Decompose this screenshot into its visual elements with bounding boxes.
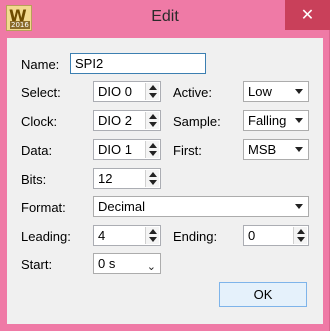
clock-stepper[interactable] [145,112,159,129]
bits-spinbox[interactable]: 12 [93,168,161,189]
spin-down-icon[interactable] [149,151,157,156]
name-input-value: SPI2 [75,56,104,71]
sample-value: Falling [248,113,287,128]
ending-stepper[interactable] [293,227,307,244]
ending-value: 0 [248,228,256,243]
name-label: Name: [21,57,60,72]
close-icon: ✕ [300,5,315,24]
spin-down-icon[interactable] [149,122,157,127]
clock-value: DIO 2 [98,113,132,128]
bits-label: Bits: [21,172,47,187]
leading-stepper[interactable] [145,227,159,244]
edit-dialog: W 2016 Edit ✕ Name: SPI2 Select: DIO 0 A… [0,0,330,331]
data-label: Data: [21,143,53,158]
ok-button[interactable]: OK [219,282,307,307]
spin-up-icon[interactable] [149,114,157,119]
leading-label: Leading: [21,229,71,244]
first-label: First: [173,143,202,158]
spin-down-icon[interactable] [149,93,157,98]
leading-spinbox[interactable]: 4 [93,225,161,246]
data-stepper[interactable] [145,141,159,158]
spin-down-icon[interactable] [297,237,305,242]
spin-up-icon[interactable] [149,143,157,148]
title-bar[interactable]: W 2016 Edit ✕ [0,0,330,38]
select-label: Select: [21,85,61,100]
spin-up-icon[interactable] [149,172,157,177]
data-value: DIO 1 [98,142,132,157]
select-value: DIO 0 [98,84,132,99]
sample-dropdown[interactable]: Falling [243,110,309,131]
active-value: Low [248,84,272,99]
bits-value: 12 [98,171,113,186]
bits-stepper[interactable] [145,170,159,187]
sample-label: Sample: [173,114,221,129]
clock-label: Clock: [21,114,58,129]
active-dropdown[interactable]: Low [243,81,309,102]
window-title: Edit [151,8,179,25]
dropdown-arrow-icon [295,147,303,152]
ending-label: Ending: [173,229,218,244]
format-label: Format: [21,200,66,215]
close-button[interactable]: ✕ [285,0,330,30]
ending-spinbox[interactable]: 0 [243,225,309,246]
active-label: Active: [173,85,213,100]
select-stepper[interactable] [145,83,159,100]
spin-up-icon[interactable] [149,229,157,234]
name-input[interactable]: SPI2 [70,53,206,74]
spin-up-icon[interactable] [149,85,157,90]
select-spinbox[interactable]: DIO 0 [93,81,161,102]
dropdown-arrow-icon [295,118,303,123]
format-value: Decimal [98,199,145,214]
chevron-down-icon: ⌄ [146,260,156,273]
spin-down-icon[interactable] [149,237,157,242]
format-dropdown[interactable]: Decimal [93,196,309,217]
spin-down-icon[interactable] [149,180,157,185]
dropdown-arrow-icon [295,204,303,209]
start-label: Start: [21,257,53,272]
dialog-body: Name: SPI2 Select: DIO 0 Active: Low Clo… [7,38,323,324]
first-dropdown[interactable]: MSB [243,139,309,160]
start-value: 0 s [98,256,116,271]
start-dropdown[interactable]: 0 s ⌄ [93,253,161,274]
data-spinbox[interactable]: DIO 1 [93,139,161,160]
dropdown-arrow-icon [295,89,303,94]
spin-up-icon[interactable] [297,229,305,234]
first-value: MSB [248,142,277,157]
clock-spinbox[interactable]: DIO 2 [93,110,161,131]
leading-value: 4 [98,228,106,243]
